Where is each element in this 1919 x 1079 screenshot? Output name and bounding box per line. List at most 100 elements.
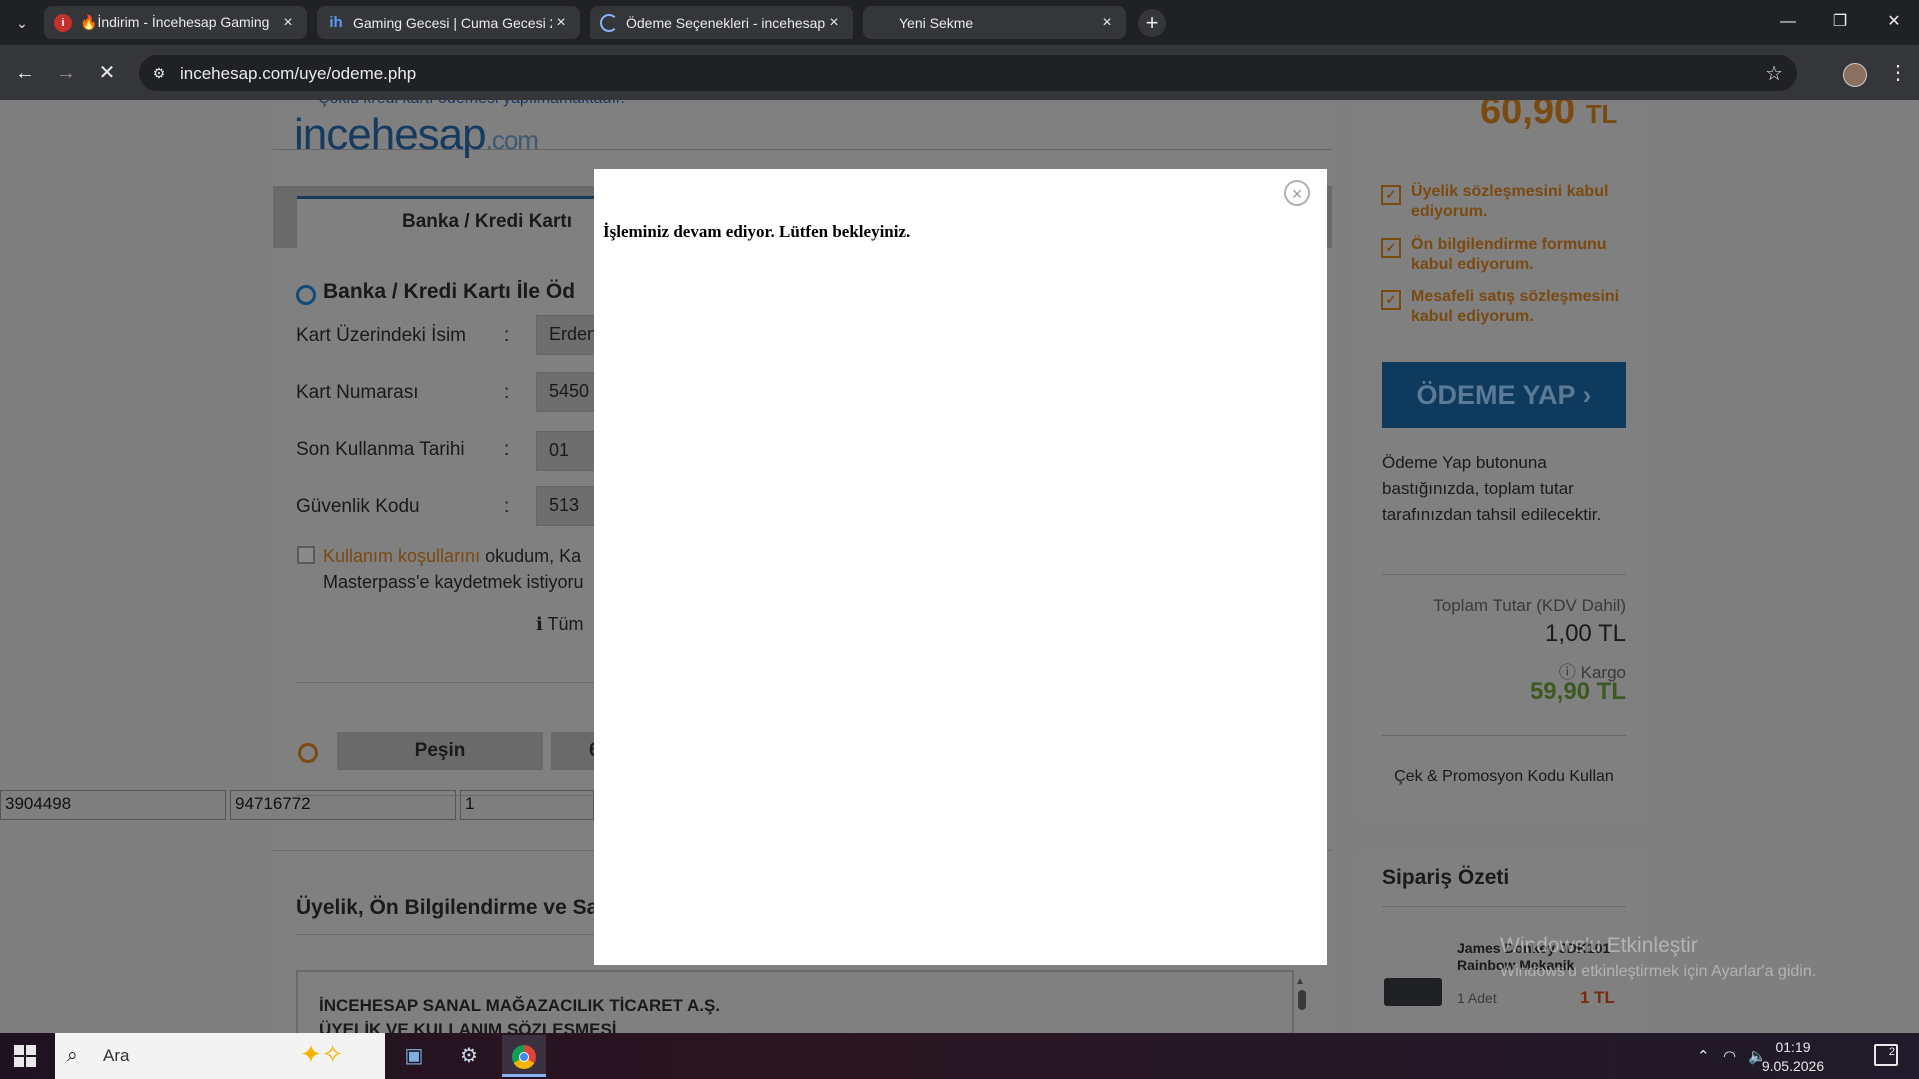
tab-odeme-secenekleri[interactable]: Ödeme Seçenekleri - incehesap × — [590, 6, 853, 39]
search-icon: ⌕ — [67, 1045, 78, 1066]
tab-yeni-sekme[interactable]: Yeni Sekme × — [863, 6, 1126, 39]
tab-title: Yeni Sekme — [899, 14, 974, 31]
browser-toolbar: ← → ✕ ⚙ incehesap.com/uye/odeme.php ☆ ⋮ — [0, 45, 1919, 100]
expiry-month-select[interactable]: 01 — [536, 431, 596, 471]
scroll-up-icon[interactable]: ▲ — [1295, 976, 1305, 987]
divider — [1382, 735, 1626, 736]
forward-icon[interactable]: → — [52, 59, 80, 87]
installment-option-6[interactable]: 6 — [551, 732, 600, 770]
price-currency: TL — [1585, 100, 1618, 129]
card-number-input[interactable]: 5450 — [536, 372, 596, 412]
divider — [1382, 906, 1626, 907]
close-tab-icon[interactable]: × — [825, 14, 843, 32]
total-value: 1,00 TL — [1545, 620, 1626, 647]
tab-bar: ⌄ i 🔥İndirim - İncehesap Gaming × ih Gam… — [0, 0, 1919, 45]
tab-title: Gaming Gecesi | Cuma Gecesi 2 — [353, 14, 552, 31]
checkbox-checked-icon[interactable]: ✓ — [1381, 290, 1401, 310]
colon: : — [504, 325, 510, 346]
bookmark-star-icon[interactable]: ☆ — [1765, 61, 1783, 86]
agreements-title: Üyelik, Ön Bilgilendirme ve Sa — [296, 896, 599, 919]
agreement-company: İNCEHESAP SANAL MAĞAZACILIK TİCARET A.Ş. — [319, 996, 721, 1015]
terms-link[interactable]: Kullanım koşullarını — [323, 546, 480, 566]
top-notice: Çoklu kredi kartı ödemesi yapılmamaktadı… — [318, 100, 625, 108]
installment-option-pesin[interactable]: Peşin — [337, 732, 543, 770]
taskbar-clock[interactable]: 01:19 9.05.2026 — [1758, 1038, 1828, 1076]
clock-date: 9.05.2026 — [1761, 1058, 1825, 1074]
agreement-scrollbar[interactable] — [1298, 990, 1306, 1010]
tray-overflow-icon[interactable]: ⌃ — [1697, 1047, 1710, 1065]
distance-sales-check[interactable]: ✓ Mesafeli satış sözleşmesini kabul ediy… — [1381, 287, 1631, 327]
installment-radio[interactable] — [298, 743, 318, 763]
pay-button[interactable]: ÖDEME YAP › — [1382, 362, 1626, 428]
card-name-input[interactable]: Erden — [536, 315, 597, 355]
check-label: Ön bilgilendirme formunu kabul ediyorum. — [1411, 236, 1607, 273]
close-tab-icon[interactable]: × — [279, 14, 297, 32]
tab-indirim[interactable]: i 🔥İndirim - İncehesap Gaming × — [44, 6, 307, 39]
price-value: 60,90 — [1480, 100, 1576, 132]
sparkle-icon: ✦✧ — [300, 1039, 344, 1069]
close-icon[interactable]: × — [1284, 180, 1310, 206]
incehesap-logo[interactable]: incehesap.com — [294, 110, 539, 160]
checkbox-checked-icon[interactable]: ✓ — [1381, 238, 1401, 258]
ih-favicon-icon: ih — [329, 14, 343, 31]
site-info-icon[interactable]: ⚙ — [149, 63, 169, 83]
terms-text: okudum, Ka — [480, 546, 582, 566]
check-label: Mesafeli satış sözleşmesini kabul ediyor… — [1411, 288, 1620, 325]
url-text[interactable]: incehesap.com/uye/odeme.php — [180, 64, 416, 84]
minimize-icon[interactable]: — — [1768, 10, 1808, 34]
cargo-value: 59,90 TL — [1529, 678, 1626, 705]
preinfo-form-check[interactable]: ✓ Ön bilgilendirme formunu kabul ediyoru… — [1381, 235, 1631, 275]
product-image[interactable] — [1384, 978, 1442, 1006]
cvv-input[interactable]: 513 — [536, 486, 596, 526]
stop-loading-icon[interactable]: ✕ — [93, 59, 121, 87]
steam-icon[interactable]: ⚙ — [447, 1035, 491, 1077]
clock-time: 01:19 — [1775, 1039, 1811, 1055]
section-title: Banka / Kredi Kartı İle Öd — [323, 280, 576, 303]
price-total: 60,90 TL — [1480, 100, 1617, 133]
new-tab-button[interactable]: + — [1138, 9, 1166, 37]
loading-spinner-icon — [600, 13, 618, 32]
total-label: Toplam Tutar (KDV Dahil) — [1433, 596, 1626, 615]
address-bar[interactable]: ⚙ incehesap.com/uye/odeme.php ☆ — [139, 55, 1797, 91]
checkbox-checked-icon[interactable]: ✓ — [1381, 185, 1401, 205]
back-icon[interactable]: ← — [11, 59, 39, 87]
agreement-doc-title: ÜYELİK VE KULLANIM SÖZLEŞMESİ — [319, 1020, 617, 1033]
file-explorer-icon[interactable]: ▣ — [392, 1035, 436, 1077]
tab-gaming-gecesi[interactable]: ih Gaming Gecesi | Cuma Gecesi 2 × — [317, 6, 580, 39]
windows-start-icon[interactable] — [14, 1045, 36, 1067]
windows-activation-title: Windows'u Etkinleştir — [1500, 934, 1698, 957]
tab-search-menu-icon[interactable]: ⌄ — [10, 11, 34, 35]
divider — [1382, 574, 1626, 575]
tab-title: Ödeme Seçenekleri - incehesap — [626, 14, 825, 31]
masterpass-checkbox[interactable] — [297, 546, 315, 564]
close-tab-icon[interactable]: × — [1098, 14, 1116, 32]
card-number-label: Kart Numarası — [296, 382, 419, 403]
product-quantity: 1 Adet — [1457, 990, 1497, 1006]
expiry-label: Son Kullanma Tarihi — [296, 439, 465, 460]
product-price: 1 TL — [1580, 988, 1615, 1007]
terms-text-2: Masterpass'e kaydetmek istiyoru — [323, 572, 584, 592]
network-icon[interactable]: ◠ — [1723, 1047, 1736, 1065]
browser-menu-icon[interactable]: ⋮ — [1888, 59, 1908, 87]
chrome-icon[interactable] — [502, 1035, 546, 1077]
windows-activation-subtitle: Windows'u etkinleştirmek için Ayarlar'a … — [1500, 963, 1817, 980]
cvv-label: Güvenlik Kodu — [296, 496, 420, 517]
new-tab-favicon-icon — [873, 14, 891, 32]
windows-taskbar: ⌕ Ara ✦✧ ▣ ⚙ ⌃ ◠ 🔈 01:19 9.05.2026 2 — [0, 1033, 1919, 1079]
search-placeholder: Ara — [103, 1046, 130, 1065]
card-payment-radio[interactable] — [296, 285, 316, 305]
close-window-icon[interactable]: ✕ — [1874, 10, 1914, 34]
profile-avatar[interactable] — [1843, 63, 1867, 87]
logo-main: incehesap — [294, 110, 487, 159]
pay-note: Ödeme Yap butonuna bastığınızda, toplam … — [1382, 453, 1602, 524]
promo-code-link[interactable]: Çek & Promosyon Kodu Kullan — [1382, 768, 1626, 786]
restore-icon[interactable]: ❐ — [1820, 10, 1860, 34]
divider — [296, 682, 594, 683]
order-summary-title: Sipariş Özeti — [1382, 866, 1510, 889]
taskbar-search[interactable]: ⌕ Ara ✦✧ — [55, 1033, 385, 1079]
close-tab-icon[interactable]: × — [552, 14, 570, 32]
info-note: ℹ Tüm — [536, 614, 584, 635]
membership-agreement-check[interactable]: ✓ Üyelik sözleşmesini kabul ediyorum. — [1381, 182, 1631, 222]
notification-center-icon[interactable]: 2 — [1874, 1044, 1898, 1066]
debug-input-1[interactable]: 3904498 — [0, 790, 226, 820]
